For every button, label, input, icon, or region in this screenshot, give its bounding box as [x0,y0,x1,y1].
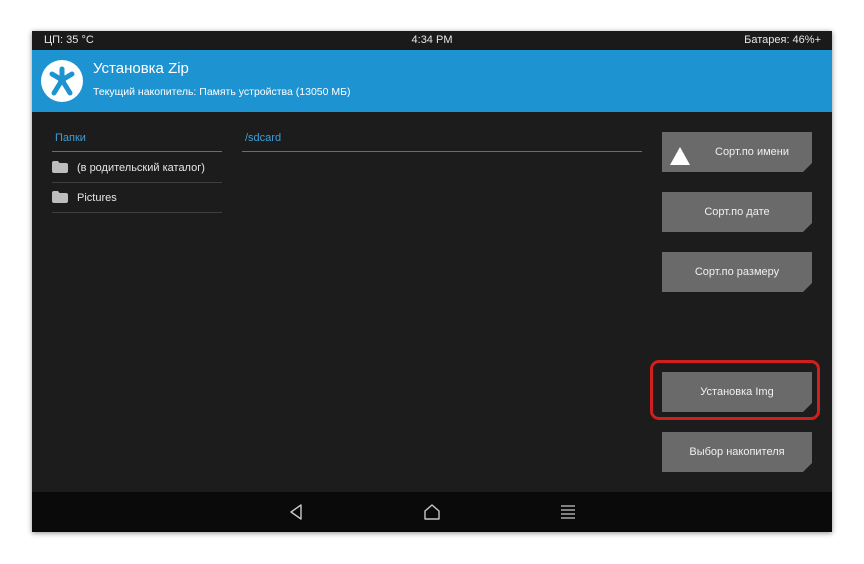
select-storage-label: Выбор накопителя [689,446,785,458]
menu-lines-icon[interactable] [559,502,577,527]
install-img-button[interactable]: Установка Img [662,372,812,412]
folder-item-label: (в родительский каталог) [77,162,205,174]
folder-icon [52,161,68,176]
device-screen: ЦП: 35 °C 4:34 PM Батарея: 46%+ Установк… [32,31,832,532]
sort-ascending-icon [670,142,690,182]
folder-icon [52,191,68,206]
folder-item-label: Pictures [77,192,117,204]
back-triangle-icon[interactable] [288,502,304,527]
current-storage-label: Текущий накопитель: Память устройства (1… [93,86,351,98]
sort-by-name-label: Сорт.по имени [715,146,789,158]
select-storage-button[interactable]: Выбор накопителя [662,432,812,472]
sort-by-size-button[interactable]: Сорт.по размеру [662,252,812,292]
folders-header: Папки [52,132,222,152]
header-bar: Установка Zip Текущий накопитель: Память… [32,50,832,112]
folder-item-pictures[interactable]: Pictures [52,183,222,213]
install-img-label: Установка Img [700,386,774,398]
current-path: /sdcard [242,132,642,152]
sort-by-size-label: Сорт.по размеру [694,266,780,278]
clock: 4:34 PM [411,34,453,46]
sort-by-name-button[interactable]: Сорт.по имени [662,132,812,172]
sort-by-date-label: Сорт.по дате [704,206,770,218]
home-icon[interactable] [423,502,441,527]
status-bar: ЦП: 35 °C 4:34 PM Батарея: 46%+ [32,31,832,50]
sort-by-date-button[interactable]: Сорт.по дате [662,192,812,232]
folder-item-parent[interactable]: (в родительский каталог) [52,153,222,183]
page-title: Установка Zip [93,60,189,77]
navigation-bar [32,492,832,532]
battery-status: Батарея: 46%+ [744,34,821,46]
twrp-logo-icon [41,60,83,102]
